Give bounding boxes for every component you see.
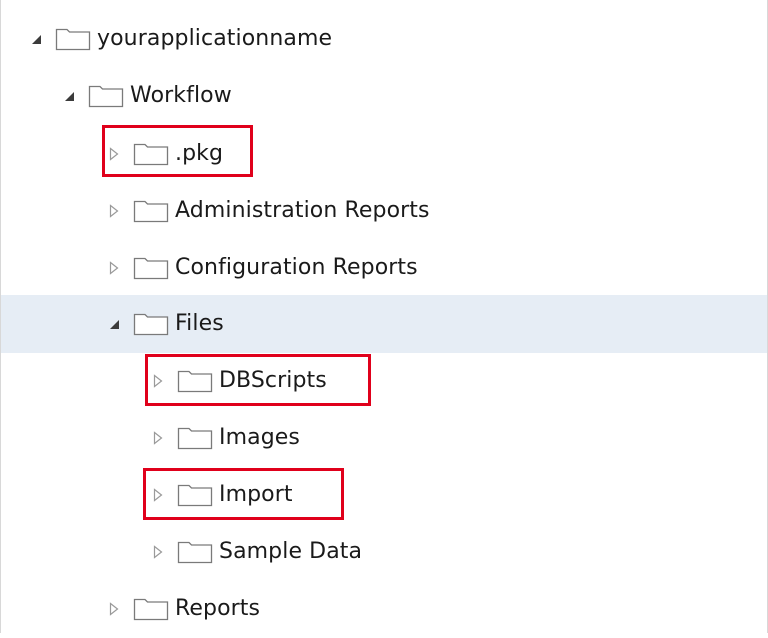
- triangle-collapsed-icon[interactable]: [105, 145, 123, 163]
- tree-row-files[interactable]: Files: [1, 295, 767, 353]
- tree-label-workflow: Workflow: [130, 83, 232, 108]
- tree-row-workflow[interactable]: Workflow: [1, 67, 767, 125]
- tree-label-import: Import: [219, 482, 293, 507]
- tree-label-dbscripts: DBScripts: [219, 368, 327, 393]
- tree-label-sample-data: Sample Data: [219, 539, 363, 564]
- tree-label-images: Images: [219, 425, 300, 450]
- tree-label-administration-reports: Administration Reports: [175, 198, 430, 223]
- folder-icon: [177, 541, 213, 564]
- triangle-collapsed-icon[interactable]: [149, 429, 167, 447]
- tree-row-sample-data[interactable]: Sample Data: [1, 523, 767, 581]
- tree-row-dbscripts[interactable]: DBScripts: [1, 352, 767, 410]
- triangle-collapsed-icon[interactable]: [149, 372, 167, 390]
- tree-row-administration-reports[interactable]: Administration Reports: [1, 182, 767, 240]
- tree-row-root[interactable]: yourapplicationname: [1, 10, 767, 68]
- folder-icon: [133, 257, 169, 280]
- tree-row-images[interactable]: Images: [1, 409, 767, 467]
- triangle-expanded-icon[interactable]: [60, 87, 78, 105]
- folder-icon: [133, 143, 169, 166]
- tree-row-reports[interactable]: Reports: [1, 580, 767, 638]
- triangle-expanded-icon[interactable]: [27, 30, 45, 48]
- tree-label-files: Files: [175, 311, 224, 336]
- folder-icon: [177, 427, 213, 450]
- tree-label-pkg: .pkg: [175, 141, 224, 166]
- tree-row-configuration-reports[interactable]: Configuration Reports: [1, 239, 767, 297]
- tree-label-configuration-reports: Configuration Reports: [175, 255, 418, 280]
- triangle-collapsed-icon[interactable]: [105, 259, 123, 277]
- triangle-collapsed-icon[interactable]: [105, 202, 123, 220]
- folder-icon: [133, 313, 169, 336]
- folder-icon: [133, 598, 169, 621]
- folder-tree: yourapplicationname Workflow .pkg Admini…: [0, 0, 768, 633]
- folder-icon: [88, 85, 124, 108]
- folder-icon: [177, 370, 213, 393]
- tree-row-import[interactable]: Import: [1, 466, 767, 524]
- triangle-expanded-icon[interactable]: [105, 315, 123, 333]
- folder-icon: [55, 28, 91, 51]
- folder-icon: [177, 484, 213, 507]
- tree-label-reports: Reports: [175, 596, 261, 621]
- triangle-collapsed-icon[interactable]: [105, 600, 123, 618]
- tree-row-pkg[interactable]: .pkg: [1, 125, 767, 183]
- triangle-collapsed-icon[interactable]: [149, 543, 167, 561]
- tree-label-root: yourapplicationname: [97, 26, 333, 51]
- folder-icon: [133, 200, 169, 223]
- triangle-collapsed-icon[interactable]: [149, 486, 167, 504]
